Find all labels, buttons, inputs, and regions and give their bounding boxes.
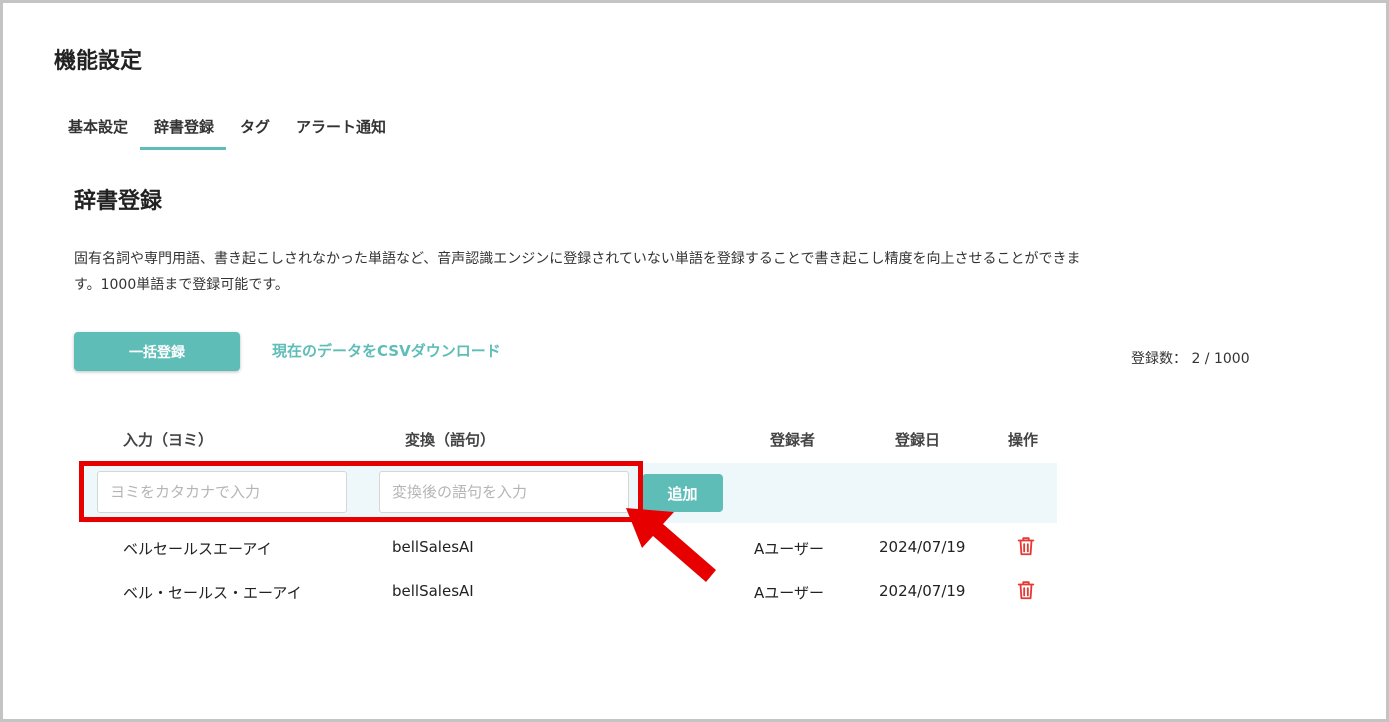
row-2-registrant: Aユーザー	[754, 584, 824, 602]
tab-dictionary[interactable]: 辞書登録	[140, 108, 227, 150]
header-conversion: 変換（語句）	[405, 431, 496, 449]
app-window: 機能設定 基本設定 辞書登録 タグ アラート通知 辞書登録 固有名詞や専門用語、…	[0, 0, 1389, 722]
tab-basic-settings[interactable]: 基本設定	[54, 108, 140, 150]
row-1-conversion: bellSalesAI	[392, 538, 474, 556]
header-registrant: 登録者	[770, 431, 816, 449]
csv-download-link[interactable]: 現在のデータをCSVダウンロード	[272, 340, 501, 361]
header-reading: 入力（ヨミ）	[123, 431, 214, 449]
row-2-conversion: bellSalesAI	[392, 582, 474, 600]
bulk-register-button[interactable]: 一括登録	[74, 332, 240, 371]
registration-count: 登録数： 2 / 1000	[1131, 351, 1250, 367]
header-operation: 操作	[1008, 431, 1039, 449]
red-arrow-annotation	[626, 508, 716, 582]
description-line-1: 固有名詞や専門用語、書き起こしされなかった単語など、音声認識エンジンに登録されて…	[74, 251, 1081, 267]
row-1-registrant: Aユーザー	[754, 540, 824, 558]
trash-icon[interactable]	[1015, 535, 1037, 557]
trash-icon[interactable]	[1015, 579, 1037, 601]
section-title: 辞書登録	[74, 189, 163, 214]
description-line-2: す。1000単語まで登録可能です。	[74, 277, 289, 293]
header-date: 登録日	[895, 431, 941, 449]
row-2-reading: ベル・セールス・エーアイ	[123, 584, 302, 602]
row-1-reading: ベルセールスエーアイ	[123, 540, 272, 558]
tab-alert-notification[interactable]: アラート通知	[282, 108, 398, 150]
highlight-box	[79, 461, 643, 522]
tab-tags[interactable]: タグ	[226, 108, 282, 150]
section-description: 固有名詞や専門用語、書き起こしされなかった単語など、音声認識エンジンに登録されて…	[74, 246, 1264, 298]
row-1-date: 2024/07/19	[879, 538, 966, 556]
page-title: 機能設定	[54, 49, 143, 74]
row-2-date: 2024/07/19	[879, 582, 966, 600]
settings-tabs: 基本設定 辞書登録 タグ アラート通知	[54, 108, 398, 150]
